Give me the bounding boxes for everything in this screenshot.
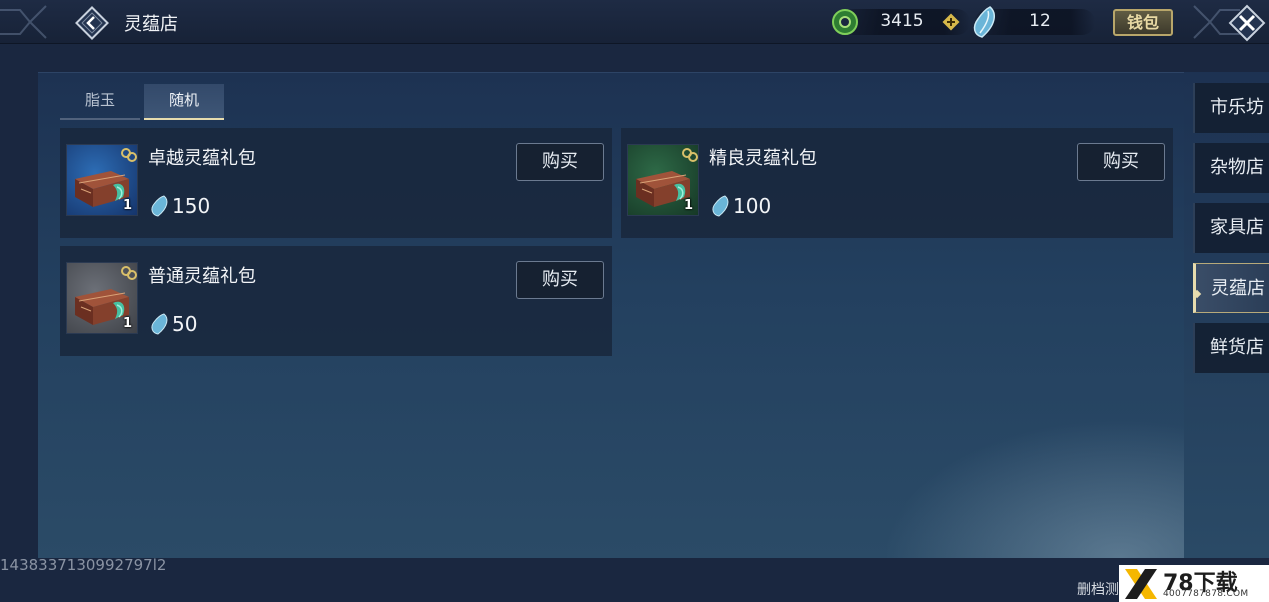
coin-icon (832, 9, 858, 35)
plus-icon[interactable] (942, 13, 960, 31)
test-note: 删档测 (1077, 582, 1119, 598)
sidebar-item-market[interactable]: 市乐坊 (1193, 83, 1269, 133)
list-item: 1 卓越灵蕴礼包 150 购买 (60, 128, 612, 238)
buy-button[interactable]: 购买 (516, 143, 604, 181)
buy-button[interactable]: 购买 (516, 261, 604, 299)
player-id: 1438337130992797l2 (0, 556, 167, 574)
sidebar-item-furniture[interactable]: 家具店 (1193, 203, 1269, 253)
link-icon (682, 148, 698, 162)
page-title: 灵蕴店 (124, 14, 178, 35)
item-name: 卓越灵蕴礼包 (148, 148, 256, 169)
sidebar-item-sundries[interactable]: 杂物店 (1193, 143, 1269, 193)
jade-amount: 12 (1029, 11, 1051, 31)
coin-amount: 3415 (880, 11, 924, 31)
close-button[interactable] (1226, 2, 1268, 44)
buy-button[interactable]: 购买 (1077, 143, 1165, 181)
item-quantity: 1 (683, 198, 693, 213)
list-item: 1 普通灵蕴礼包 50 购买 (60, 246, 612, 356)
wallet-button[interactable]: 钱包 (1113, 9, 1173, 36)
item-price: 50 (172, 312, 198, 336)
item-name: 普通灵蕴礼包 (148, 266, 256, 287)
back-button[interactable] (73, 4, 111, 42)
link-icon (121, 148, 137, 162)
site-logo-icon (1125, 569, 1157, 599)
item-price: 150 (172, 194, 211, 218)
jade-icon (973, 6, 995, 38)
jade-icon (712, 195, 729, 217)
ornament-icon (0, 5, 47, 39)
sidebar-item-fresh-goods[interactable]: 鲜货店 (1193, 323, 1269, 373)
item-quantity: 1 (122, 316, 132, 331)
jade-icon (151, 313, 168, 335)
jade-icon (151, 195, 168, 217)
item-price: 100 (733, 194, 772, 218)
frost-decoration (864, 408, 1184, 558)
watermark: 78下载 4007787878.COM (1119, 565, 1269, 602)
tab-fat-jade[interactable]: 脂玉 (60, 84, 140, 120)
close-icon (1228, 4, 1266, 42)
chevron-left-icon (75, 6, 109, 40)
item-quantity: 1 (122, 198, 132, 213)
watermark-url: 4007787878.COM (1163, 589, 1249, 599)
link-icon (121, 266, 137, 280)
list-item: 1 精良灵蕴礼包 100 购买 (621, 128, 1173, 238)
sidebar-item-spirit-shop[interactable]: 灵蕴店 (1193, 263, 1269, 313)
tab-random[interactable]: 随机 (144, 84, 224, 120)
item-name: 精良灵蕴礼包 (709, 148, 817, 169)
